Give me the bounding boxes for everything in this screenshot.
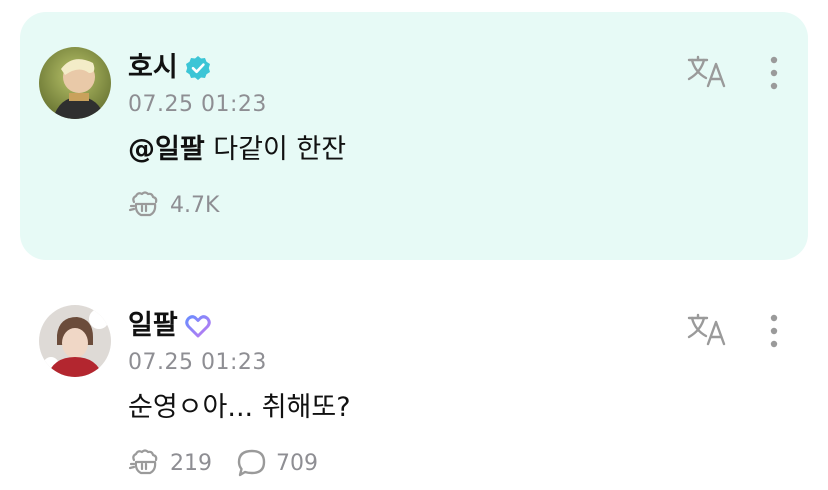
post-text: @일팔 다같이 한잔 <box>128 132 346 168</box>
post-stats: 4.7K <box>128 190 235 220</box>
translate-button[interactable] <box>686 54 730 90</box>
comment-icon <box>236 448 268 478</box>
post-stats: 219 709 <box>128 448 334 478</box>
cheer-button[interactable]: 4.7K <box>128 190 219 220</box>
post-text: 순영ㅇ아... 취해또? <box>128 392 351 423</box>
cheer-icon <box>128 448 162 478</box>
heart-badge-icon <box>184 312 212 340</box>
cheer-button[interactable]: 219 <box>128 448 212 478</box>
author-name[interactable]: 일팔 <box>128 310 178 342</box>
more-options-button[interactable] <box>764 312 784 350</box>
post-body-text: 다같이 한잔 <box>204 134 347 165</box>
post-feed: 호시 07.25 01:23 @일팔 다같이 한잔 4.7K 일팔 07.25 … <box>0 0 828 490</box>
more-options-button[interactable] <box>764 54 784 92</box>
reply-post[interactable]: 일팔 07.25 01:23 순영ㅇ아... 취해또? 219 709 <box>20 270 808 490</box>
cheer-count: 4.7K <box>170 192 220 218</box>
comment-button[interactable]: 709 <box>236 448 318 478</box>
post-timestamp: 07.25 01:23 <box>128 92 267 117</box>
mention-link[interactable]: @일팔 <box>128 134 205 165</box>
avatar[interactable] <box>39 47 111 119</box>
highlighted-post[interactable]: 호시 07.25 01:23 @일팔 다같이 한잔 4.7K <box>20 12 808 260</box>
cheer-count: 219 <box>170 450 212 476</box>
comment-count: 709 <box>276 450 318 476</box>
cheer-icon <box>128 190 162 220</box>
author-name[interactable]: 호시 <box>128 52 178 84</box>
translate-button[interactable] <box>686 312 730 348</box>
avatar[interactable] <box>39 305 111 377</box>
verified-badge-icon <box>184 54 212 82</box>
post-timestamp: 07.25 01:23 <box>128 350 267 375</box>
